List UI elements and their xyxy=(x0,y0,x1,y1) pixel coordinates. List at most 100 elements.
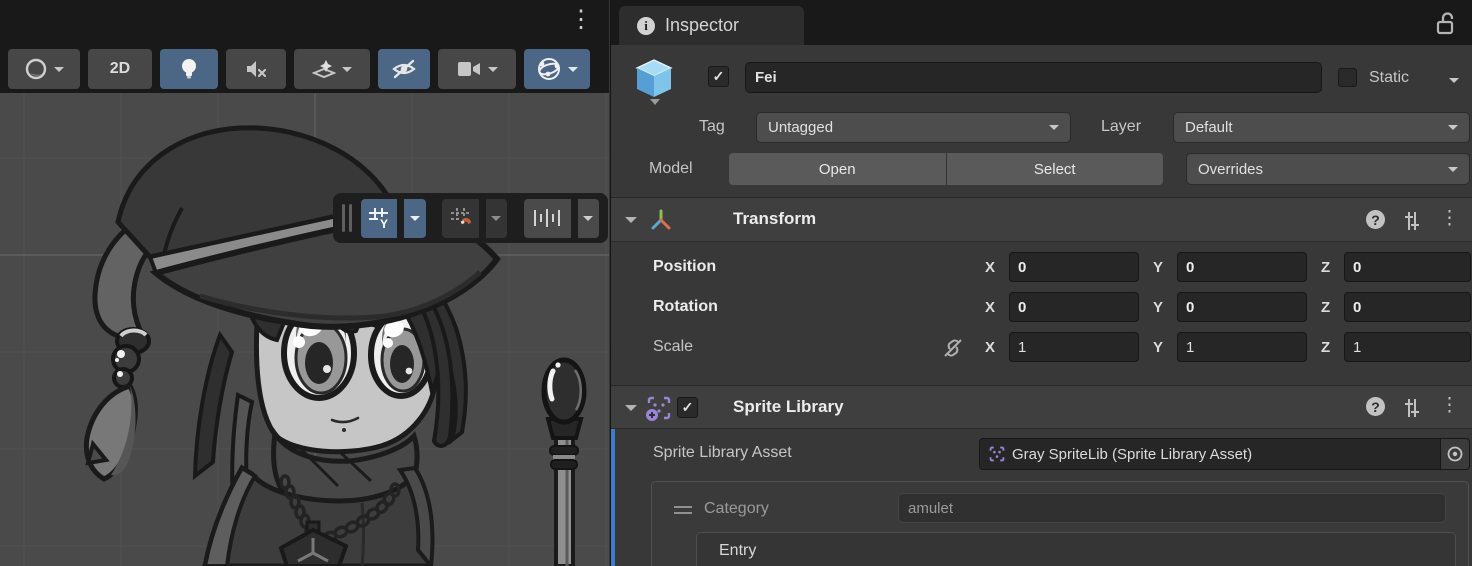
entry-box: Entry xyxy=(696,532,1456,566)
grid-axis-icon: Y xyxy=(367,206,391,230)
grid-snapping-dropdown[interactable] xyxy=(486,199,507,238)
component-menu-kebab-icon[interactable]: ⋮ xyxy=(1440,207,1459,230)
help-icon[interactable]: ? xyxy=(1366,210,1385,229)
shading-mode-button[interactable] xyxy=(8,49,80,89)
foldout-arrow-icon[interactable] xyxy=(625,217,637,229)
foldout-arrow-icon[interactable] xyxy=(625,405,637,417)
sprite-library-asset-value: Gray SpriteLib (Sprite Library Asset) xyxy=(1012,446,1252,463)
sprite-library-asset-icon xyxy=(988,445,1006,463)
tag-dropdown[interactable]: Untagged xyxy=(756,112,1071,143)
open-label: Open xyxy=(819,161,856,178)
grid-snap-toolbar: Y xyxy=(333,193,608,243)
overrides-dropdown[interactable]: Overrides xyxy=(1186,153,1470,185)
object-picker-button[interactable] xyxy=(1441,438,1470,470)
help-icon[interactable]: ? xyxy=(1366,397,1385,416)
scene-viewport[interactable]: Y xyxy=(0,93,609,566)
category-name-field[interactable] xyxy=(898,493,1446,523)
scene-view-pane: ⋮ 2D xyxy=(0,0,609,566)
toolbar-drag-handle[interactable] xyxy=(342,204,352,232)
scale-label: Scale xyxy=(653,338,693,356)
transform-title: Transform xyxy=(733,209,816,229)
scene-camera-button[interactable] xyxy=(438,49,516,89)
axis-y-label: Y xyxy=(1153,299,1163,316)
sprite-library-asset-label: Sprite Library Asset xyxy=(653,444,792,462)
sprite-library-asset-field[interactable]: Gray SpriteLib (Sprite Library Asset) xyxy=(979,438,1441,470)
gameobject-name-field[interactable] xyxy=(745,62,1322,93)
camera-icon xyxy=(456,59,482,79)
position-label: Position xyxy=(653,258,716,276)
scale-z-field[interactable] xyxy=(1344,332,1471,362)
grid-visibility-button[interactable]: Y xyxy=(361,199,397,238)
rotation-z-field[interactable] xyxy=(1344,292,1471,322)
layer-dropdown[interactable]: Default xyxy=(1173,112,1470,143)
static-checkbox[interactable]: ✓ xyxy=(1338,68,1357,87)
grid-visibility-dropdown[interactable] xyxy=(404,199,425,238)
effects-star-icon xyxy=(312,57,336,81)
drag-handle-icon[interactable] xyxy=(674,506,692,518)
lock-open-icon[interactable] xyxy=(1435,11,1457,37)
axis-x-label: X xyxy=(985,299,995,316)
position-x-field[interactable] xyxy=(1009,252,1139,282)
axis-z-label: Z xyxy=(1321,299,1330,316)
shaded-sphere-icon xyxy=(24,57,48,81)
chevron-down-icon xyxy=(1448,167,1458,177)
category-label: Category xyxy=(704,500,769,518)
scene-lighting-toggle-button[interactable] xyxy=(160,49,218,89)
tag-value: Untagged xyxy=(768,119,1049,136)
gameobject-active-checkbox[interactable]: ✓ xyxy=(708,66,729,87)
constrain-proportions-unlinked-icon[interactable] xyxy=(941,336,965,360)
increment-snap-button[interactable] xyxy=(524,199,571,238)
position-z-field[interactable] xyxy=(1344,252,1471,282)
chevron-down-icon xyxy=(568,67,578,77)
scene-toolbar: 2D xyxy=(8,49,590,89)
transform-component-header[interactable]: Transform ? ⋮ xyxy=(611,197,1472,242)
grid-snapping-button[interactable] xyxy=(442,199,478,238)
snap-increment-ruler-icon xyxy=(532,207,562,229)
model-select-button[interactable]: Select xyxy=(947,153,1164,185)
object-picker-icon xyxy=(1446,445,1464,463)
gizmo-sphere-icon xyxy=(536,56,562,82)
component-menu-kebab-icon[interactable]: ⋮ xyxy=(1440,394,1459,417)
sprite-library-component-header[interactable]: ✓ Sprite Library ? ⋮ xyxy=(611,385,1472,429)
scene-visibility-toggle-button[interactable] xyxy=(378,49,430,89)
axis-x-label: X xyxy=(985,259,995,276)
overrides-label: Overrides xyxy=(1198,161,1448,178)
axis-y-label: Y xyxy=(1153,259,1163,276)
tag-label: Tag xyxy=(699,118,725,136)
static-dropdown-arrow-icon[interactable] xyxy=(1449,78,1459,88)
transform-icon xyxy=(649,208,673,232)
axis-y-label: Y xyxy=(1153,339,1163,356)
scene-character-sprite xyxy=(0,93,609,566)
scale-y-field[interactable] xyxy=(1177,332,1307,362)
prefab-model-icon[interactable] xyxy=(633,57,677,105)
increment-snap-dropdown[interactable] xyxy=(578,199,599,238)
scene-menu-kebab-icon[interactable]: ⋮ xyxy=(569,6,593,35)
presets-icon[interactable] xyxy=(1401,397,1423,419)
static-label: Static xyxy=(1369,69,1409,87)
layer-value: Default xyxy=(1185,119,1448,136)
scene-audio-toggle-button[interactable] xyxy=(226,49,286,89)
2d-toggle-button[interactable]: 2D xyxy=(88,49,152,89)
model-open-button[interactable]: Open xyxy=(729,153,946,185)
rotation-y-field[interactable] xyxy=(1177,292,1307,322)
sprite-library-enabled-checkbox[interactable]: ✓ xyxy=(677,397,698,418)
rotation-label: Rotation xyxy=(653,298,718,316)
audio-muted-icon xyxy=(244,58,268,80)
position-y-field[interactable] xyxy=(1177,252,1307,282)
gizmos-toggle-button[interactable] xyxy=(524,49,590,89)
tab-inspector[interactable]: i Inspector xyxy=(619,6,804,45)
check-icon: ✓ xyxy=(682,399,694,416)
check-icon: ✓ xyxy=(713,68,725,85)
unity-editor: ⋮ 2D xyxy=(0,0,1472,566)
axis-z-label: Z xyxy=(1321,259,1330,276)
chevron-down-icon xyxy=(342,67,352,77)
sprite-library-icon xyxy=(645,394,673,422)
eye-slash-icon xyxy=(391,58,417,80)
scene-view-header: ⋮ 2D xyxy=(0,0,609,93)
scale-x-field[interactable] xyxy=(1009,332,1139,362)
rotation-x-field[interactable] xyxy=(1009,292,1139,322)
inspector-tab-label: Inspector xyxy=(665,15,739,36)
svg-text:Y: Y xyxy=(380,217,388,230)
presets-icon[interactable] xyxy=(1401,210,1423,232)
scene-effects-button[interactable] xyxy=(294,49,370,89)
